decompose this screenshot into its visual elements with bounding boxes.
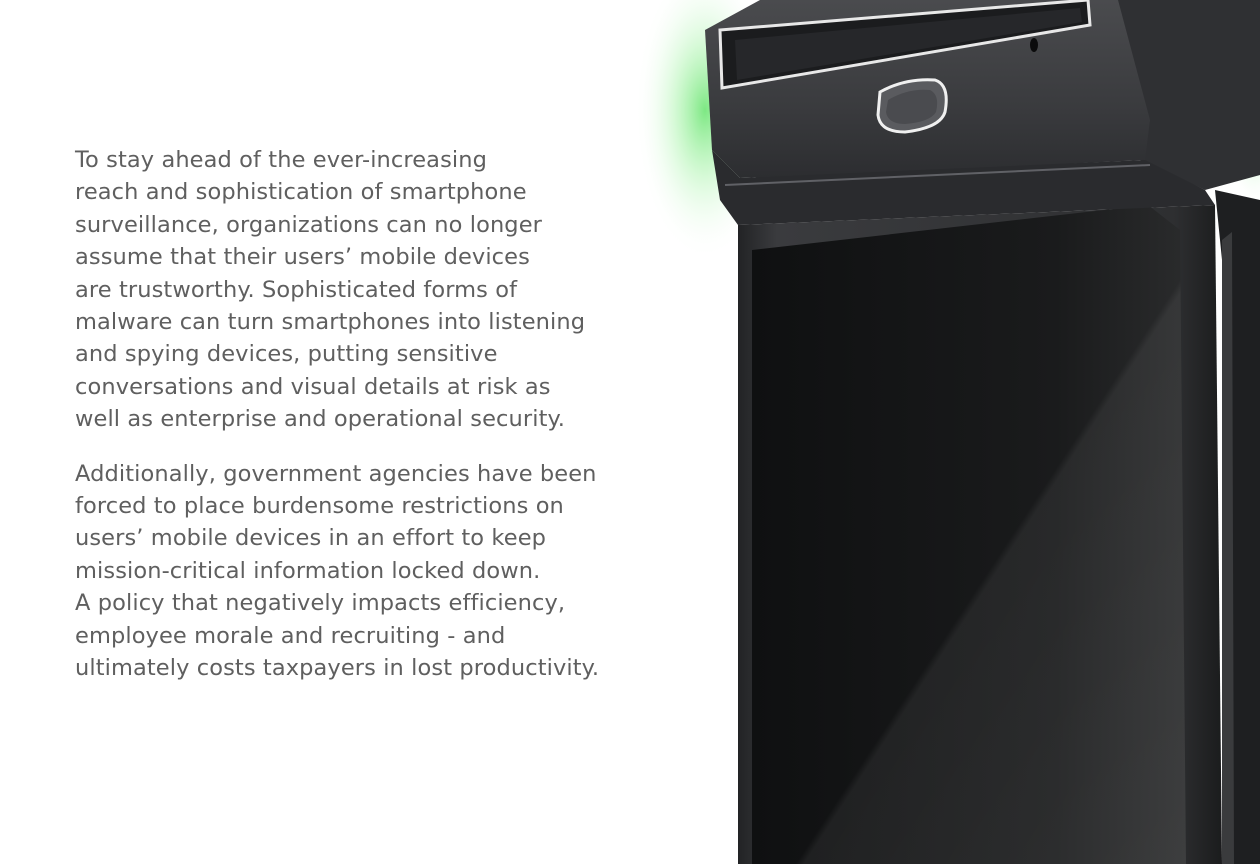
paragraph-line: malware can turn smartphones into listen… [75,309,586,336]
document-page: To stay ahead of the ever-increasing rea… [0,0,1260,864]
paragraph-line: mission-critical information locked down… [75,557,541,584]
paragraph-line: reach and sophistication of smartphone [75,179,527,206]
paragraph-line: and spying devices, putting sensitive [75,341,498,368]
paragraph-line: To stay ahead of the ever-increasing [75,147,487,173]
paragraph-line: ultimately costs taxpayers in lost produ… [75,655,600,682]
paragraph-line: conversations and visual details at risk… [75,373,551,400]
paragraph-line: forced to place burdensome restrictions … [75,493,564,520]
paragraph-2: Additionally, government agencies have b… [75,458,715,685]
paragraph-line: users’ mobile devices in an effort to ke… [75,525,547,552]
paragraph-line: surveillance, organizations can no longe… [75,211,542,238]
paragraph-line: assume that their users’ mobile devices [75,244,530,271]
paragraph-1: To stay ahead of the ever-increasing rea… [75,144,715,436]
paragraph-line: are trustworthy. Sophisticated forms of [75,276,518,303]
paragraph-line: employee morale and recruiting - and [75,622,506,649]
paragraph-line: A policy that negatively impacts efficie… [75,590,566,617]
smartphone-device-image [635,0,1260,864]
paragraph-line: Additionally, government agencies have b… [75,460,597,487]
paragraph-line: well as enterprise and operational secur… [75,406,565,433]
body-text: To stay ahead of the ever-increasing rea… [75,144,715,685]
